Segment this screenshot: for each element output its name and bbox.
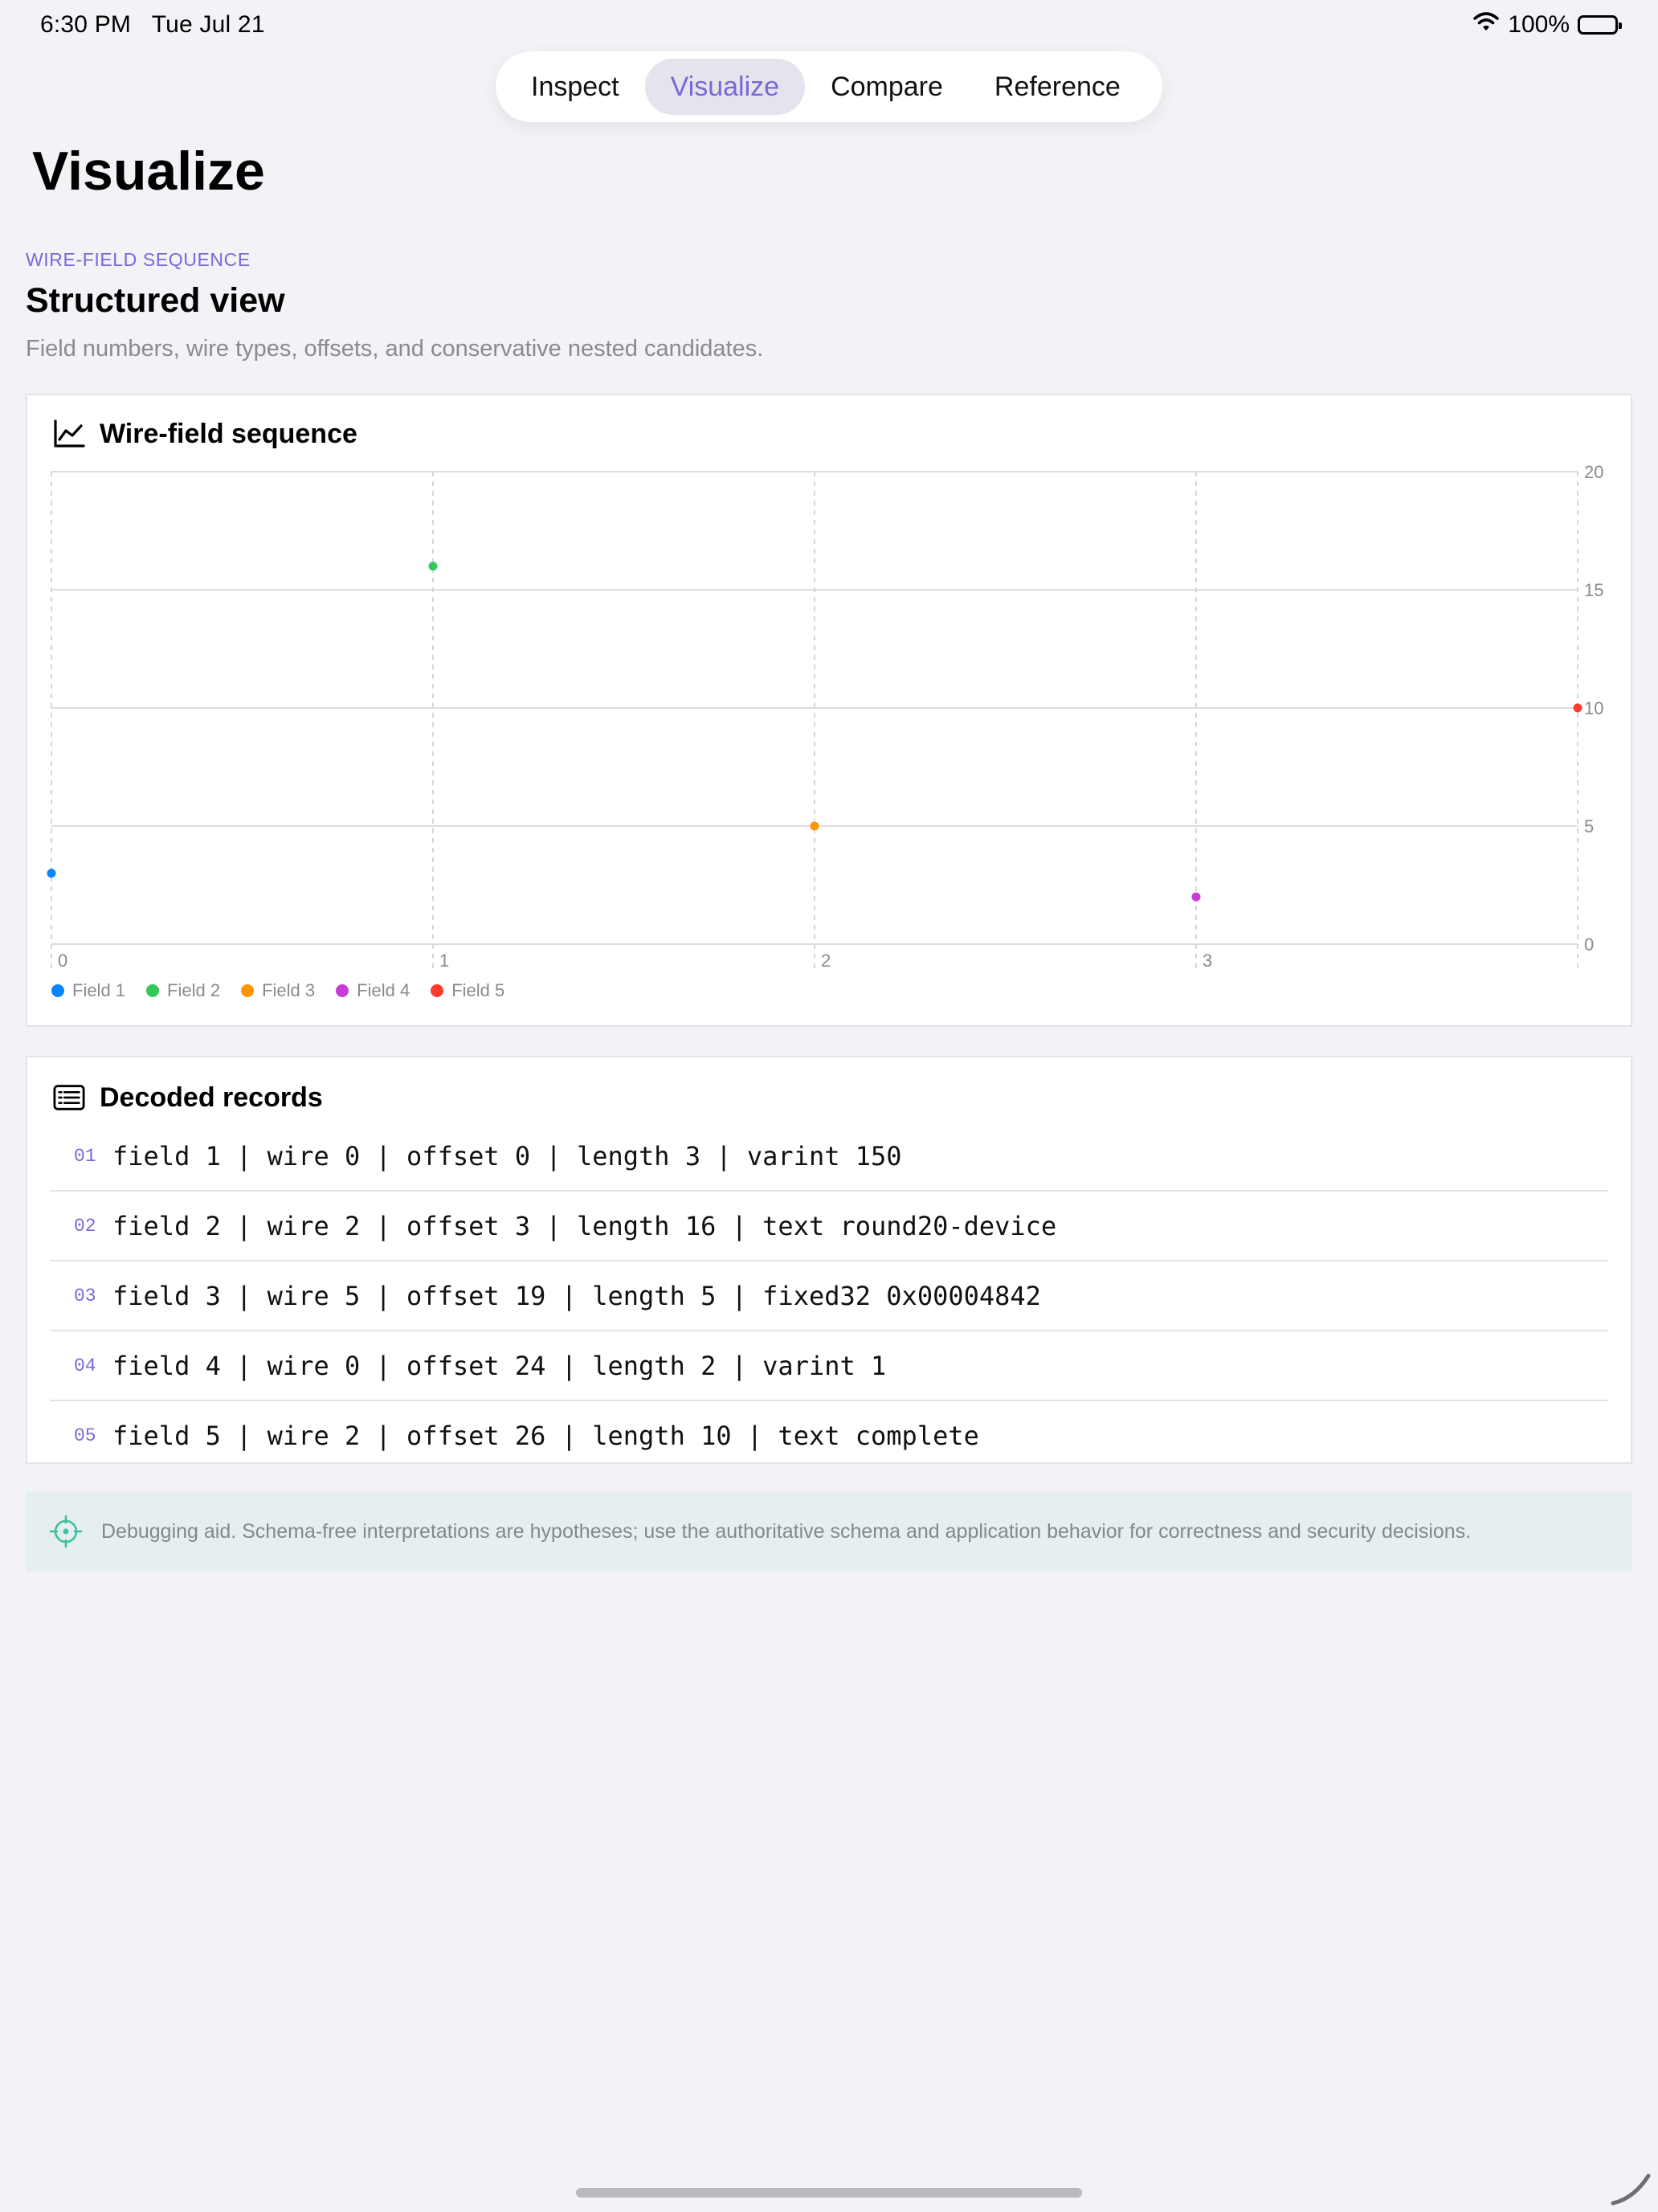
record-text: field 1 | wire 0 | offset 0 | length 3 |… [112, 1140, 902, 1171]
record-number: 05 [74, 1425, 96, 1446]
record-text: field 2 | wire 2 | offset 3 | length 16 … [112, 1210, 1057, 1241]
legend-item-field-3: Field 3 [241, 980, 315, 1001]
legend-swatch [241, 984, 255, 997]
record-text: field 5 | wire 2 | offset 26 | length 10… [112, 1420, 979, 1451]
data-point-field-4[interactable] [1191, 892, 1201, 902]
debug-note: Debugging aid. Schema-free interpretatio… [26, 1491, 1632, 1572]
scatter-chart: 0 5 10 15 20 0 1 2 3 [47, 462, 1603, 971]
pencil-corner-icon[interactable] [1610, 2163, 1655, 2212]
record-number: 04 [74, 1355, 96, 1376]
record-row[interactable]: 01 field 1 | wire 0 | offset 0 | length 3… [50, 1122, 1608, 1192]
legend-item-field-5: Field 5 [431, 980, 504, 1001]
y-tick-label: 5 [1584, 816, 1594, 836]
legend-label: Field 2 [167, 980, 221, 1000]
chart-legend: Field 1 Field 2 Field 3 Field 4 Field 5 [51, 980, 504, 1001]
legend-swatch [51, 984, 64, 997]
y-tick-label: 20 [1584, 462, 1603, 482]
y-tick-label: 0 [1584, 934, 1594, 955]
x-tick-label: 0 [58, 951, 67, 971]
y-tick-label: 10 [1584, 698, 1603, 718]
record-number: 01 [74, 1145, 96, 1167]
x-tick-label: 3 [1203, 951, 1212, 971]
data-point-field-3[interactable] [810, 821, 819, 831]
list-icon [53, 1081, 85, 1114]
legend-item-field-1: Field 1 [51, 980, 125, 1001]
legend-item-field-4: Field 4 [336, 980, 410, 1001]
data-point-field-1[interactable] [47, 869, 56, 878]
record-text: field 4 | wire 0 | offset 24 | length 2 … [112, 1350, 887, 1381]
record-row[interactable]: 03 field 3 | wire 5 | offset 19 | length … [50, 1261, 1608, 1331]
debug-note-text: Debugging aid. Schema-free interpretatio… [101, 1519, 1472, 1543]
record-row[interactable]: 05 field 5 | wire 2 | offset 26 | length … [50, 1401, 1608, 1470]
home-indicator[interactable] [576, 2188, 1082, 2198]
legend-label: Field 1 [72, 980, 126, 1000]
chart-grid [51, 471, 1578, 968]
data-point-field-2[interactable] [428, 562, 438, 571]
records-title: Decoded records [100, 1081, 323, 1113]
legend-swatch [336, 984, 349, 997]
record-number: 02 [74, 1215, 96, 1237]
legend-label: Field 5 [451, 980, 505, 1000]
record-row[interactable]: 04 field 4 | wire 0 | offset 24 | length … [50, 1331, 1608, 1401]
y-tick-label: 15 [1584, 580, 1603, 600]
records-list: 01 field 1 | wire 0 | offset 0 | length 3… [50, 1122, 1608, 1470]
data-point-field-5[interactable] [1573, 703, 1582, 713]
legend-swatch [431, 984, 444, 997]
legend-label: Field 4 [357, 980, 410, 1000]
legend-swatch [146, 984, 160, 997]
chart-ticks: 0 5 10 15 20 0 1 2 3 [58, 462, 1603, 971]
legend-label: Field 3 [262, 980, 316, 1000]
crosshair-icon [48, 1514, 84, 1549]
x-tick-label: 1 [439, 951, 449, 971]
legend-item-field-2: Field 2 [146, 980, 220, 1001]
x-tick-label: 2 [821, 951, 831, 971]
record-row[interactable]: 02 field 2 | wire 2 | offset 3 | length 1… [50, 1192, 1608, 1261]
records-card-header: Decoded records [53, 1081, 323, 1114]
record-text: field 3 | wire 5 | offset 19 | length 5 … [112, 1280, 1041, 1311]
record-number: 03 [74, 1285, 96, 1306]
